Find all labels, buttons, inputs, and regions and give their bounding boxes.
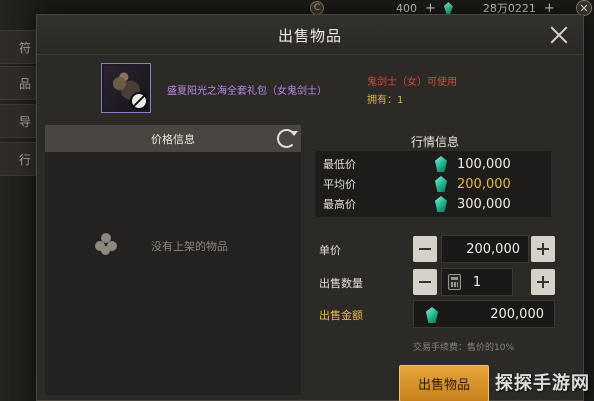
background-tab-label: 符 [18, 40, 31, 55]
item-owned-count: 拥有：1 [367, 95, 404, 106]
background-tab-2[interactable]: 品 [0, 66, 36, 100]
background-tab-1[interactable]: 符 [0, 30, 36, 64]
quantity-increase-button[interactable] [531, 269, 555, 295]
watermark: 探探手游网 [495, 373, 590, 394]
market-row-value: 200,000 [457, 176, 511, 192]
total-amount-field: 200,000 [413, 300, 555, 328]
unit-price-decrease-button[interactable] [413, 236, 437, 262]
background-tab-label: 导 [18, 114, 31, 129]
quantity-input[interactable]: 1 [441, 268, 513, 296]
empty-listing-text: 没有上架的物品 [151, 240, 228, 253]
coin-icon: C [310, 1, 324, 15]
item-thumbnail[interactable] [101, 63, 151, 113]
gem-icon [443, 2, 453, 14]
market-row-value: 300,000 [457, 196, 511, 212]
prohibited-icon [130, 92, 148, 110]
market-row-min: 最低价 100,000 [315, 154, 551, 174]
price-info-panel: 价格信息 没有上架的物品 [45, 125, 301, 395]
market-row-avg: 平均价 200,000 [315, 174, 551, 194]
quantity-value: 1 [472, 274, 482, 290]
quantity-row: 出售数量 1 [315, 268, 555, 296]
currency-a-value: 400 [396, 1, 417, 15]
background-tab-label: 行 [18, 152, 31, 167]
background-tab-label: 品 [18, 76, 31, 91]
sell-item-button[interactable]: 出售物品 [399, 365, 489, 401]
market-info-table: 最低价 100,000 平均价 200,000 最高价 300,000 [315, 151, 551, 217]
unit-price-increase-button[interactable] [531, 236, 555, 262]
total-row: 出售金额 200,000 [315, 300, 555, 328]
gem-icon [426, 307, 438, 323]
market-row-label: 最低价 [323, 158, 356, 171]
gem-icon [435, 196, 447, 212]
total-label: 出售金额 [319, 309, 363, 322]
gem-icon [435, 156, 447, 172]
calculator-icon[interactable] [448, 274, 461, 290]
refresh-icon[interactable] [277, 129, 298, 148]
dialog-header: 出售物品 [37, 15, 583, 55]
market-row-value: 100,000 [457, 156, 511, 172]
item-name: 盛夏阳光之海全套礼包（女鬼剑士） [167, 86, 327, 97]
empty-listing-icon [95, 233, 117, 255]
close-icon[interactable] [549, 25, 569, 45]
quantity-decrease-button[interactable] [413, 269, 437, 295]
sell-item-dialog: 出售物品 盛夏阳光之海全套礼包（女鬼剑士） 鬼剑士（女）可使用 拥有：1 价格信… [36, 14, 584, 401]
quantity-label: 出售数量 [319, 277, 363, 290]
fee-note: 交易手续费：售价的10% [413, 343, 515, 353]
dialog-title: 出售物品 [277, 27, 342, 45]
unit-price-input[interactable]: 200,000 [441, 235, 529, 263]
background-tab-3[interactable]: 导 [0, 104, 36, 138]
unit-price-label: 单价 [319, 244, 341, 257]
price-info-header: 价格信息 [45, 125, 301, 152]
item-restriction: 鬼剑士（女）可使用 [367, 77, 457, 88]
background-tab-4[interactable]: 行 [0, 142, 36, 176]
market-info-title: 行情信息 [410, 135, 459, 149]
market-row-label: 平均价 [323, 178, 356, 191]
market-row-max: 最高价 300,000 [315, 194, 551, 214]
unit-price-row: 单价 200,000 [315, 235, 555, 263]
total-amount-value: 200,000 [490, 306, 544, 322]
market-row-label: 最高价 [323, 198, 356, 211]
gem-icon [435, 176, 447, 192]
price-info-title: 价格信息 [151, 132, 195, 146]
